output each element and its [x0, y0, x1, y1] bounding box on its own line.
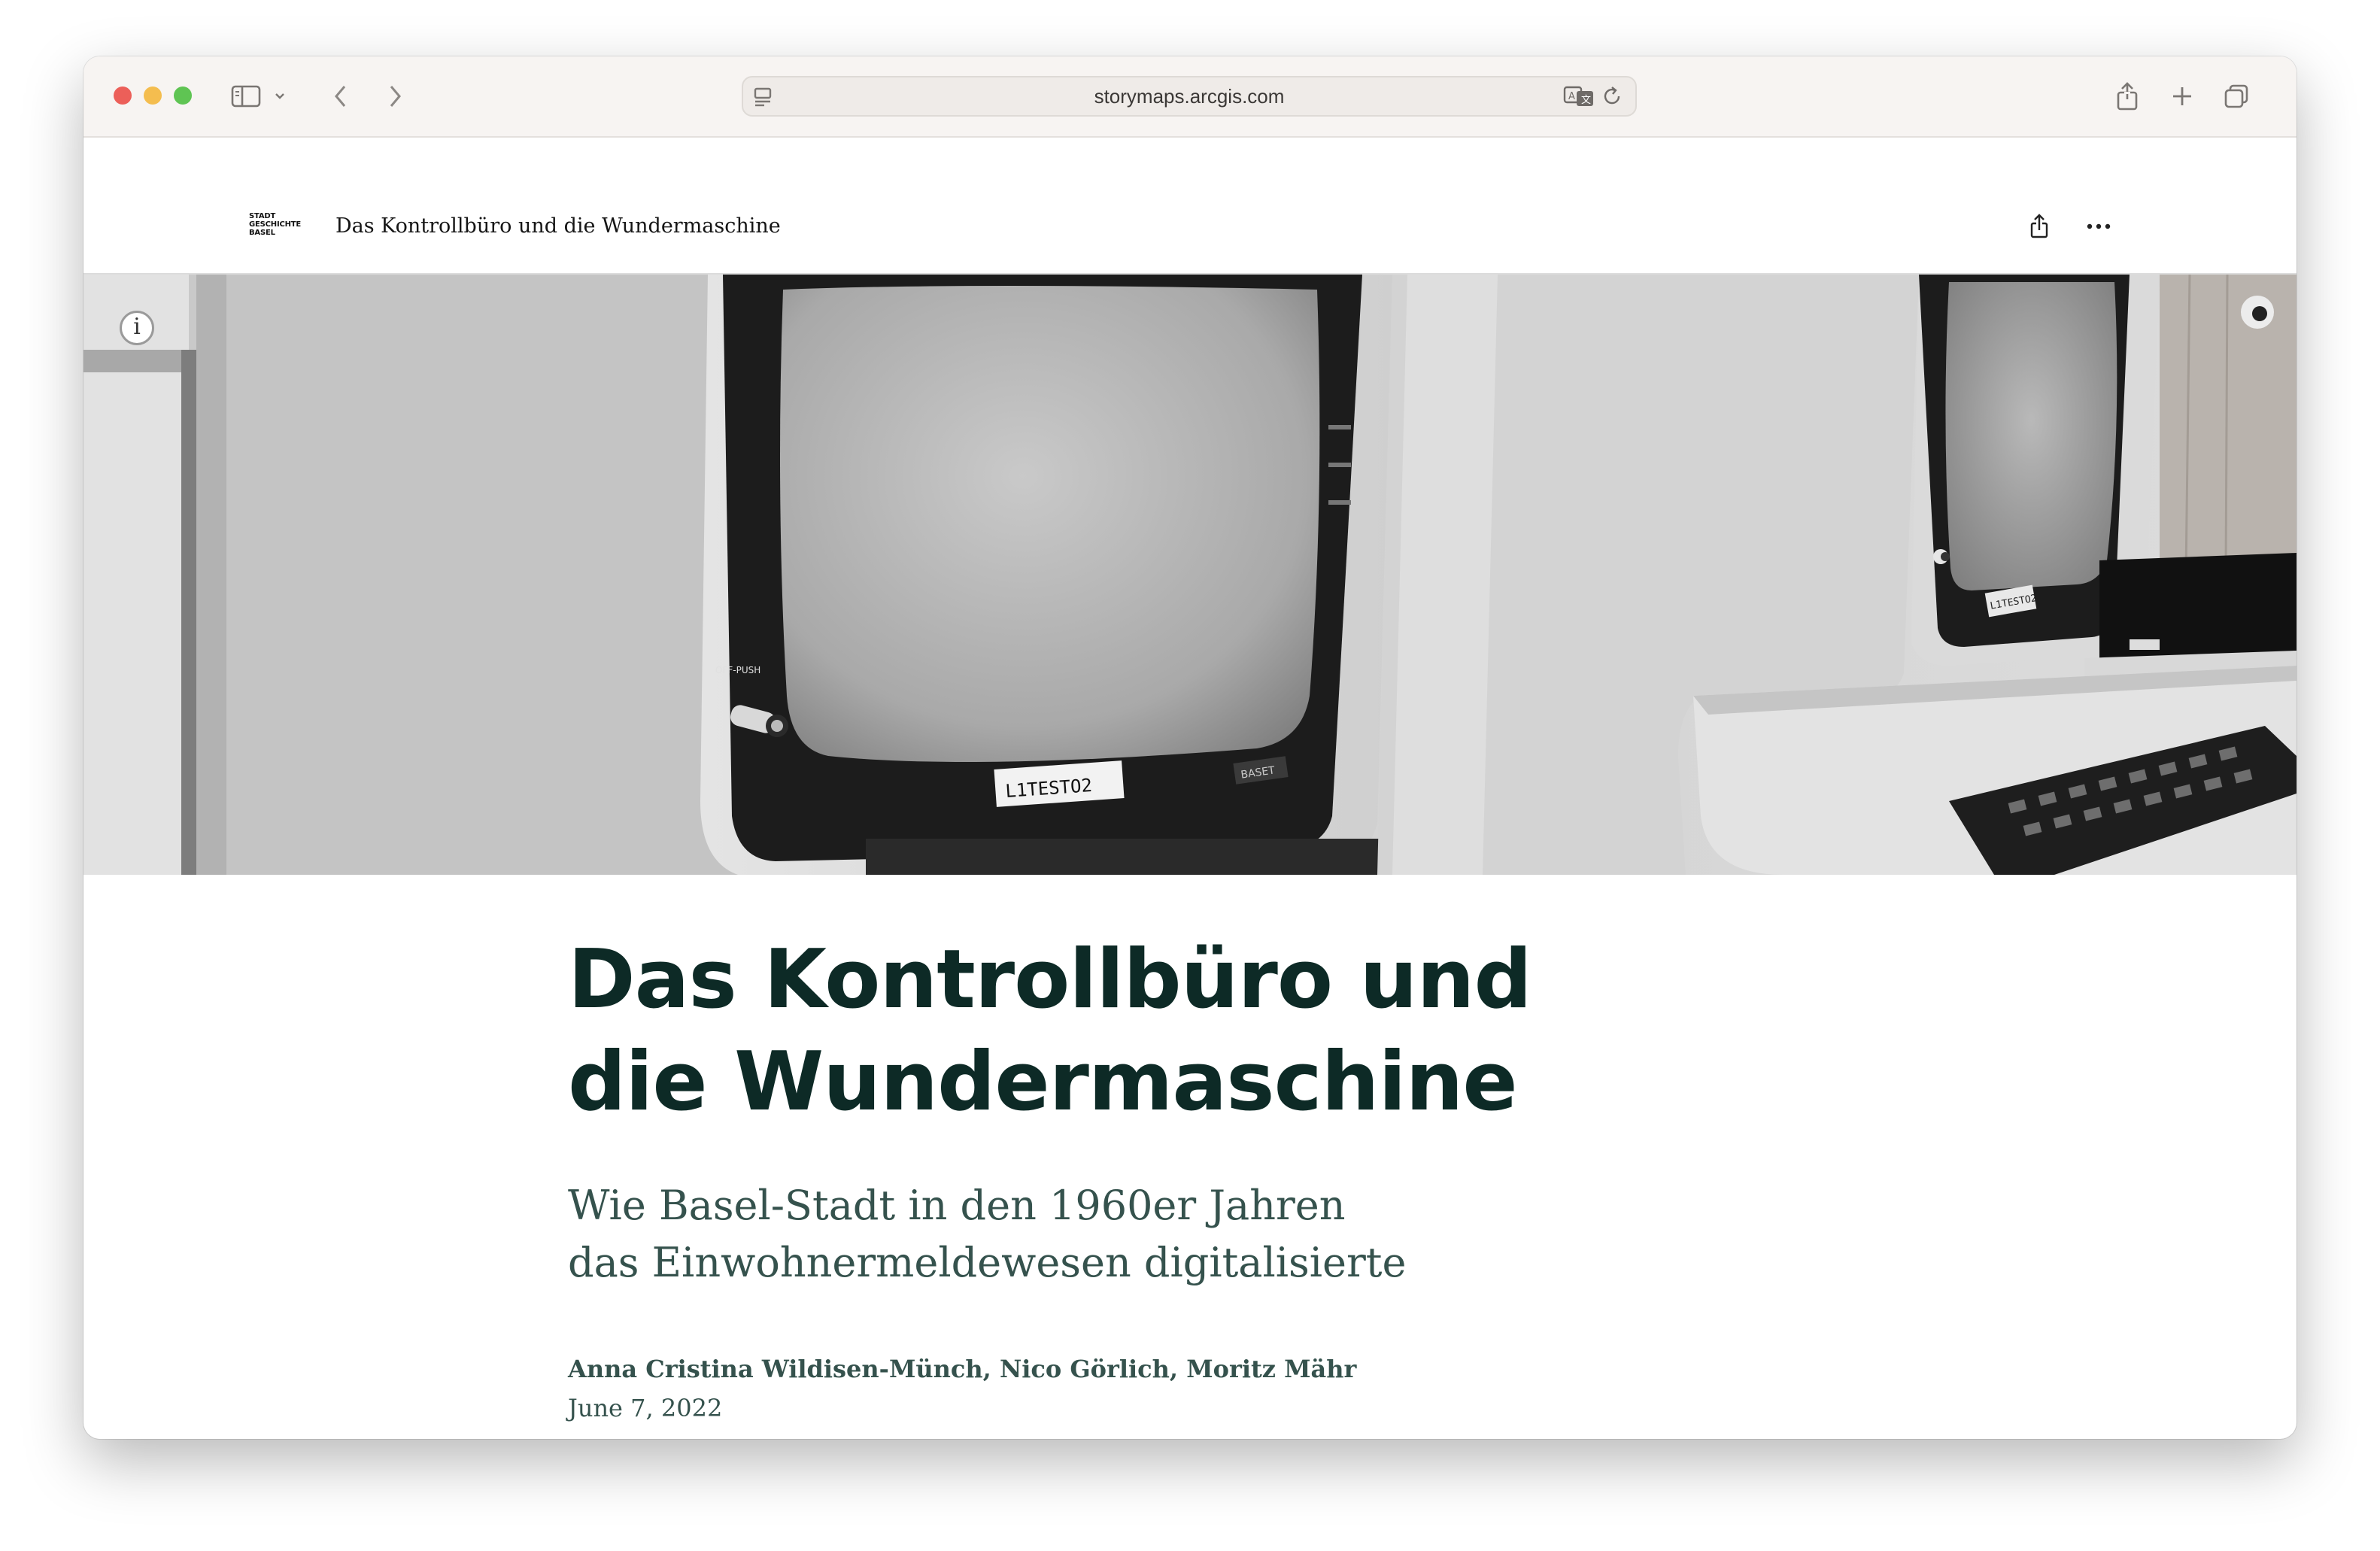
- more-icon[interactable]: [2080, 211, 2117, 241]
- image-info-button[interactable]: i: [120, 311, 154, 345]
- chevron-down-icon[interactable]: [272, 77, 288, 115]
- story-date: June 7, 2022: [568, 1394, 723, 1422]
- share-icon[interactable]: [2024, 211, 2054, 241]
- story-header: STADT GESCHICHTE BASEL Das Kontrollbüro …: [83, 138, 2297, 275]
- address-bar[interactable]: storymaps.arcgis.com A文: [742, 76, 1637, 117]
- story-authors: Anna Cristina Wildisen-Münch, Nico Görli…: [568, 1355, 1357, 1383]
- stadtgeschichte-basel-logo[interactable]: STADT GESCHICHTE BASEL: [249, 212, 312, 241]
- header-story-title: Das Kontrollbüro und die Wundermaschine: [335, 214, 781, 238]
- svg-text:文: 文: [1581, 95, 1591, 106]
- forward-icon[interactable]: [380, 77, 410, 115]
- story-title: Das Kontrollbüro und die Wundermaschine: [568, 933, 1532, 1129]
- reload-icon[interactable]: [1601, 85, 1623, 108]
- hero-image: L1TESTO2 BASET OFF-PUSH L1TESTO2 i: [83, 275, 2297, 875]
- tabs-icon[interactable]: [2220, 77, 2253, 115]
- svg-text:OFF-PUSH: OFF-PUSH: [715, 665, 760, 675]
- minimize-window-button[interactable]: [144, 87, 162, 105]
- browser-toolbar: storymaps.arcgis.com A文: [83, 56, 2297, 138]
- zoom-window-button[interactable]: [174, 87, 192, 105]
- url-text: storymaps.arcgis.com: [1094, 85, 1285, 108]
- browser-window: storymaps.arcgis.com A文 STADT GESCHICHTE…: [83, 56, 2297, 1439]
- story-subtitle: Wie Basel-Stadt in den 1960er Jahren das…: [568, 1182, 1407, 1286]
- close-window-button[interactable]: [114, 87, 132, 105]
- translate-icon[interactable]: A文: [1563, 85, 1595, 108]
- plus-icon[interactable]: [2166, 77, 2199, 115]
- sidebar-icon[interactable]: [228, 77, 264, 115]
- share-icon[interactable]: [2111, 77, 2144, 115]
- svg-text:A: A: [1568, 91, 1575, 102]
- back-icon[interactable]: [326, 77, 356, 115]
